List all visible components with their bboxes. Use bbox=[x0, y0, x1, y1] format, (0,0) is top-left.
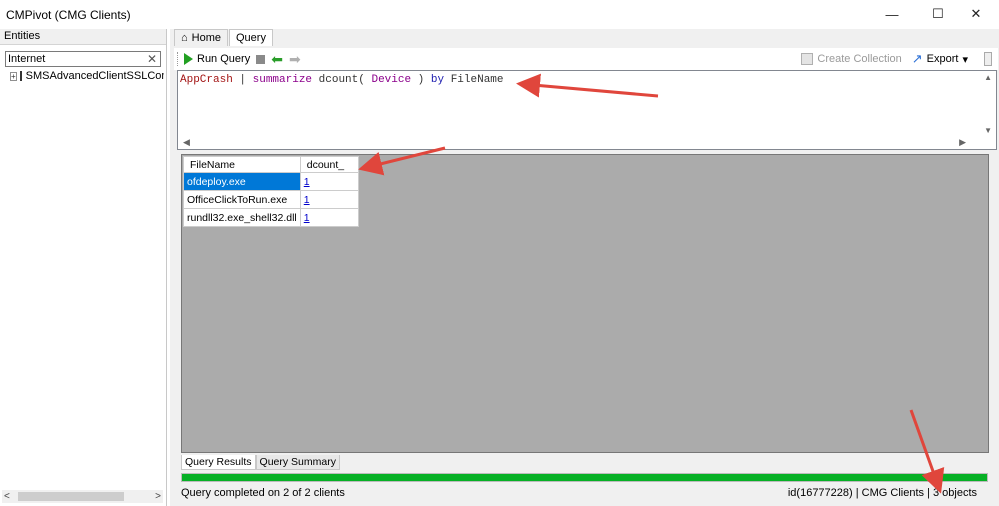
scroll-right-icon[interactable]: > bbox=[155, 491, 161, 502]
entities-search-box[interactable]: ✕ bbox=[5, 51, 161, 67]
panel-toggle-icon[interactable] bbox=[984, 52, 992, 66]
clear-search-icon[interactable]: ✕ bbox=[147, 52, 157, 66]
tab-query-results[interactable]: Query Results bbox=[181, 455, 256, 470]
status-bar: Query completed on 2 of 2 clients id(167… bbox=[181, 485, 998, 501]
create-collection-label: Create Collection bbox=[817, 53, 902, 65]
scroll-up-icon[interactable]: ▲ bbox=[984, 73, 992, 82]
expand-icon[interactable]: + bbox=[10, 71, 17, 81]
query-by: by bbox=[430, 74, 445, 86]
table-icon bbox=[19, 71, 22, 81]
tab-query[interactable]: Query bbox=[229, 29, 273, 46]
export-icon: ↗ bbox=[911, 51, 923, 66]
query-close: ) bbox=[411, 74, 431, 86]
entities-search-input[interactable] bbox=[6, 52, 144, 66]
scrollbar-thumb[interactable] bbox=[18, 492, 124, 501]
window-title-bar: CMPivot (CMG Clients) — ☐ ✕ bbox=[0, 0, 999, 28]
results-header-row: FileName dcount_ bbox=[183, 156, 359, 173]
collection-icon bbox=[801, 53, 814, 65]
scroll-left-icon[interactable]: ◀ bbox=[183, 137, 190, 148]
export-label: Export bbox=[926, 53, 959, 65]
query-column: Device bbox=[371, 74, 412, 86]
tab-query-label: Query bbox=[236, 32, 266, 44]
close-button[interactable]: ✕ bbox=[953, 0, 999, 28]
scroll-down-icon[interactable]: ▼ bbox=[984, 126, 992, 135]
tab-home[interactable]: ⌂ Home bbox=[174, 29, 228, 46]
query-table: AppCrash bbox=[180, 74, 233, 86]
minimize-button[interactable]: — bbox=[869, 0, 915, 28]
toolbar-right-group: Create Collection ↗ Export ▾ bbox=[801, 51, 992, 67]
progress-fill bbox=[182, 474, 987, 481]
query-text[interactable]: AppCrash | summarize dcount( Device ) by… bbox=[180, 74, 504, 86]
query-function: dcount( bbox=[312, 74, 372, 86]
column-header-dcount[interactable]: dcount_ bbox=[299, 156, 359, 173]
tree-item-label: SMSAdvancedClientSSLConfig bbox=[25, 70, 164, 82]
back-arrow-icon: ⬅ bbox=[271, 51, 283, 67]
forward-button[interactable]: ➡ bbox=[288, 51, 301, 67]
cell-dcount-link[interactable]: 1 bbox=[299, 190, 359, 209]
query-operator: summarize bbox=[252, 74, 313, 86]
stop-button[interactable] bbox=[256, 54, 266, 64]
query-toolbar: Run Query ⬅ ➡ Create Collection ↗ Export… bbox=[174, 48, 998, 70]
tab-query-summary[interactable]: Query Summary bbox=[255, 455, 340, 470]
entities-header: Entities bbox=[0, 29, 166, 45]
entities-pane: Entities ✕ + SMSAdvancedClientSSLConfig … bbox=[0, 29, 167, 506]
cell-filename[interactable]: OfficeClickToRun.exe bbox=[183, 190, 301, 209]
tree-item-ssl-config[interactable]: + SMSAdvancedClientSSLConfig bbox=[10, 70, 164, 82]
cell-dcount-link[interactable]: 1 bbox=[299, 172, 359, 191]
column-header-filename[interactable]: FileName bbox=[183, 156, 301, 173]
table-row[interactable]: ofdeploy.exe 1 bbox=[183, 172, 359, 191]
stop-icon bbox=[256, 54, 266, 64]
query-group: FileName bbox=[444, 74, 504, 86]
cell-filename[interactable]: rundll32.exe_shell32.dll bbox=[183, 208, 301, 227]
window-title: CMPivot (CMG Clients) bbox=[6, 8, 131, 22]
cell-dcount-link[interactable]: 1 bbox=[299, 208, 359, 227]
table-row[interactable]: OfficeClickToRun.exe 1 bbox=[183, 190, 359, 209]
export-button[interactable]: ↗ Export ▾ bbox=[912, 51, 968, 67]
status-text: Query completed on 2 of 2 clients bbox=[181, 487, 345, 499]
home-icon: ⌂ bbox=[181, 32, 188, 44]
tab-strip: ⌂ Home Query bbox=[174, 29, 274, 46]
toolbar-grip bbox=[177, 52, 180, 66]
scroll-left-icon[interactable]: < bbox=[4, 491, 10, 502]
entities-horizontal-scrollbar[interactable]: < > bbox=[2, 490, 163, 503]
back-button[interactable]: ⬅ bbox=[271, 51, 283, 67]
status-summary: id(16777228) | CMG Clients | 3 objects bbox=[787, 487, 977, 499]
results-table: FileName dcount_ ofdeploy.exe 1 OfficeCl… bbox=[183, 156, 359, 227]
query-pipe: | bbox=[232, 74, 253, 86]
dropdown-caret-icon: ▾ bbox=[962, 53, 968, 66]
tab-home-label: Home bbox=[191, 32, 221, 44]
table-row[interactable]: rundll32.exe_shell32.dll 1 bbox=[183, 208, 359, 227]
scroll-right-icon[interactable]: ▶ bbox=[959, 137, 966, 148]
play-icon bbox=[184, 53, 193, 65]
results-grid-area: FileName dcount_ ofdeploy.exe 1 OfficeCl… bbox=[181, 154, 989, 453]
query-pane: ⌂ Home Query Run Query ⬅ ➡ Create Collec… bbox=[170, 29, 999, 506]
query-editor[interactable]: AppCrash | summarize dcount( Device ) by… bbox=[177, 70, 997, 150]
create-collection-button[interactable]: Create Collection bbox=[801, 53, 902, 65]
query-progress-bar bbox=[181, 473, 988, 482]
forward-arrow-icon: ➡ bbox=[288, 51, 301, 67]
cell-filename[interactable]: ofdeploy.exe bbox=[183, 172, 301, 191]
run-query-button[interactable]: Run Query bbox=[184, 53, 250, 65]
run-query-label: Run Query bbox=[197, 53, 251, 65]
results-tab-strip: Query Results Query Summary bbox=[181, 455, 340, 470]
